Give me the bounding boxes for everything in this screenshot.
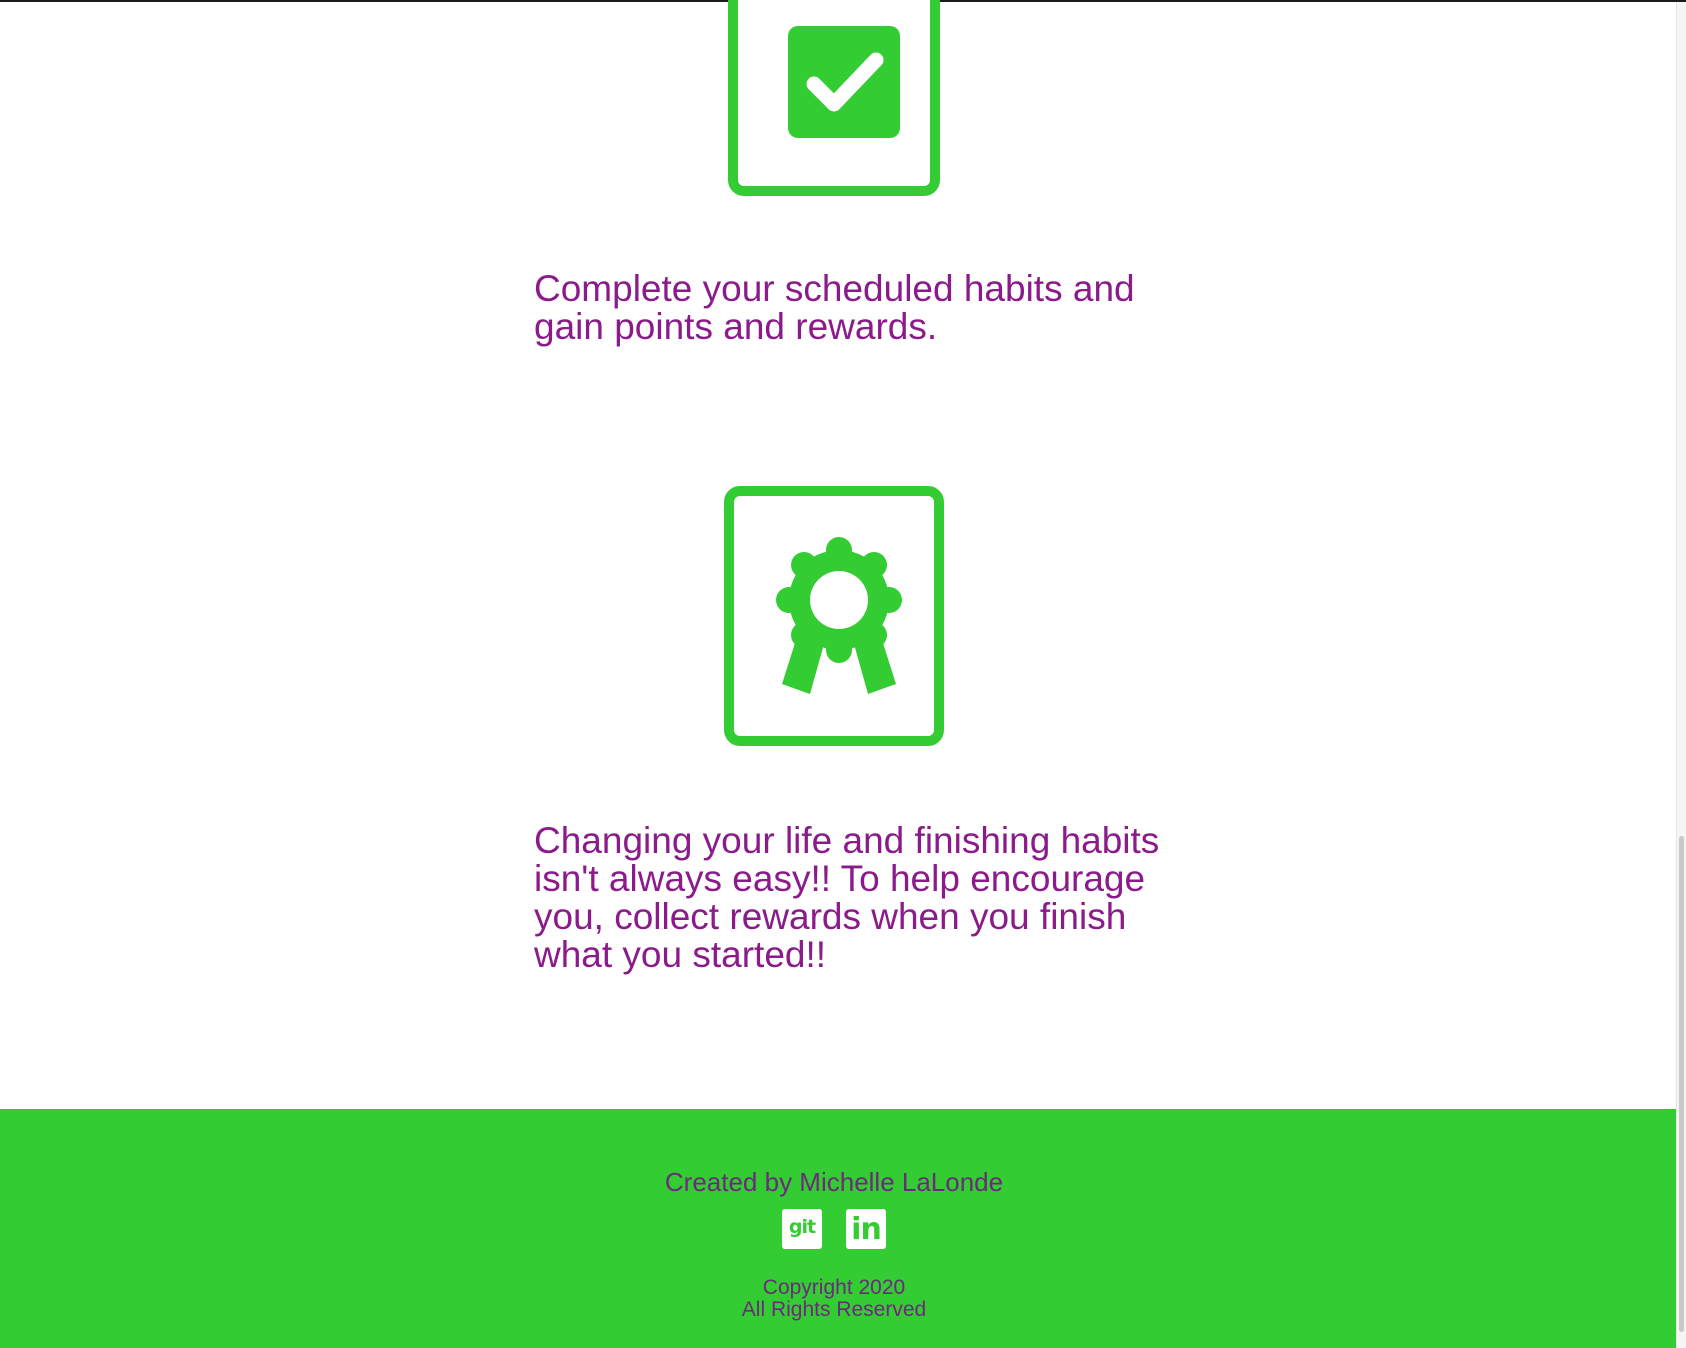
footer-copyright: Copyright 2020 All Rights Reserved <box>0 1277 1668 1321</box>
scrollbar-thumb[interactable] <box>1679 836 1684 1332</box>
page: Complete your scheduled habits and gain … <box>0 0 1686 1348</box>
rights-line: All Rights Reserved <box>741 1298 927 1321</box>
git-icon[interactable]: git <box>782 1209 822 1249</box>
checkbox-feature-card <box>728 0 940 196</box>
linkedin-icon[interactable]: in <box>846 1209 886 1249</box>
award-feature-card <box>724 486 944 746</box>
feature-description-rewards: Changing your life and finishing habits … <box>534 820 1160 975</box>
award-ribbon-icon <box>774 536 904 702</box>
feature-description-complete-habits: Complete your scheduled habits and gain … <box>534 268 1135 347</box>
footer-credit: Created by Michelle LaLonde <box>664 1167 1004 1197</box>
checkbox-checked-icon <box>788 26 900 138</box>
social-links: git in <box>782 1209 886 1251</box>
footer: Created by Michelle LaLonde git in Copyr… <box>0 1109 1676 1348</box>
copyright-line: Copyright 2020 <box>762 1276 906 1299</box>
